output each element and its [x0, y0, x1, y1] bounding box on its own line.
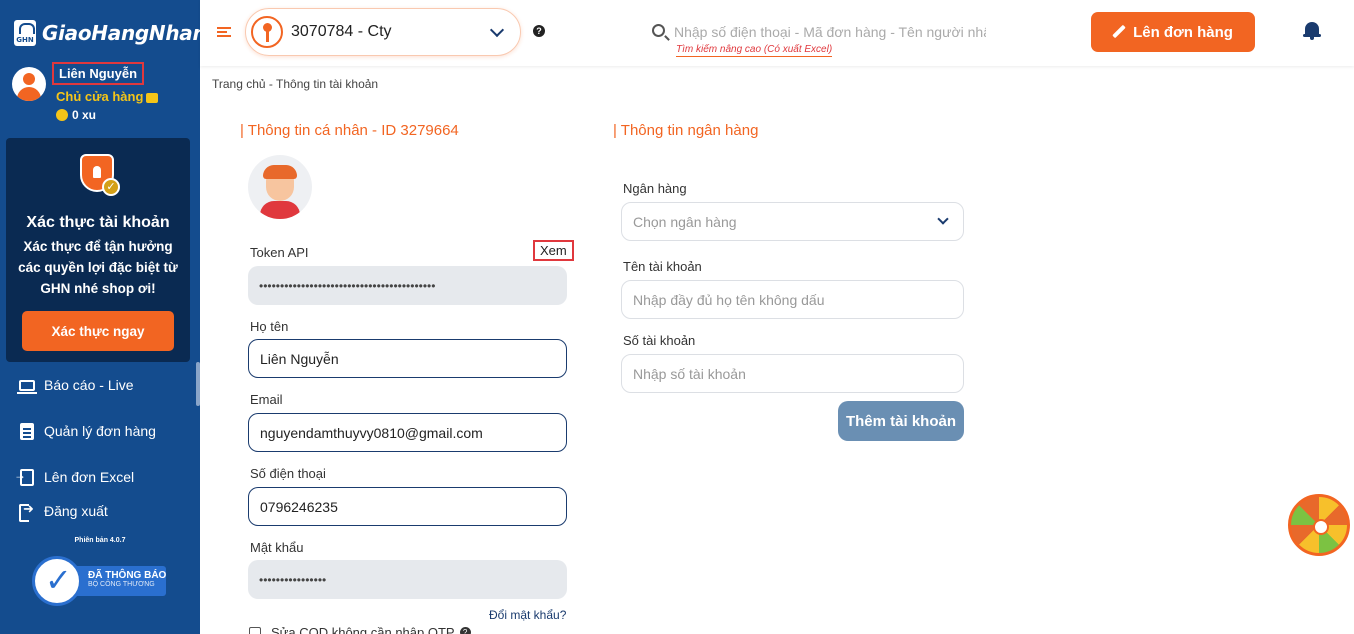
search-icon[interactable]	[652, 24, 665, 37]
profile-avatar[interactable]	[248, 155, 312, 219]
file-import-icon	[14, 468, 36, 486]
name-label: Họ tên	[250, 319, 289, 334]
top-header: 3070784 - Cty ? Tìm kiếm nâng cao (Có xu…	[200, 0, 1354, 66]
help-icon[interactable]: ?	[459, 627, 471, 634]
breadcrumb: Trang chủ - Thông tin tài khoản	[212, 77, 379, 91]
menu-toggle-icon[interactable]	[217, 27, 231, 37]
phone-input[interactable]: 0796246235	[248, 487, 567, 526]
gov-registered-badge[interactable]: ĐÃ THÔNG BÁO BỘ CÔNG THƯƠNG	[32, 556, 168, 606]
sidebar: GHN GiaoHangNhanh Liên Nguyễn Chủ cửa hà…	[0, 0, 221, 634]
clipboard-icon	[18, 422, 36, 440]
verify-now-button[interactable]: Xác thực ngay	[22, 311, 174, 351]
password-field: ••••••••••••••••	[248, 560, 567, 599]
crown-icon	[146, 92, 159, 103]
user-role: Chủ cửa hàng	[56, 89, 159, 104]
verify-title: Xác thực tài khoản	[26, 214, 170, 231]
laptop-icon	[17, 377, 37, 394]
ghn-logo[interactable]: GHN GiaoHangNhanh	[14, 20, 221, 46]
account-name-label: Tên tài khoản	[623, 259, 702, 274]
bell-icon[interactable]	[1303, 22, 1321, 40]
help-icon[interactable]: ?	[533, 25, 545, 37]
chevron-down-icon	[937, 213, 949, 225]
cod-otp-option: Sửa COD không cần nhập OTP ?	[249, 625, 471, 634]
create-order-button[interactable]: Lên đơn hàng	[1091, 12, 1255, 52]
verify-account-card: ✓ Xác thực tài khoản Xác thực để tận hưở…	[6, 138, 190, 362]
add-account-button[interactable]: Thêm tài khoản	[838, 401, 964, 441]
sidebar-item-excel-order[interactable]: Lên đơn Excel	[14, 468, 134, 486]
location-pin-icon	[251, 16, 283, 48]
token-field: ••••••••••••••••••••••••••••••••••••••••…	[248, 266, 567, 305]
token-label: Token API	[250, 245, 309, 260]
chevron-down-icon	[489, 22, 505, 38]
gov-check-icon	[32, 556, 82, 606]
email-input[interactable]: nguyendamthuyvy0810@gmail.com	[248, 413, 567, 452]
password-label: Mật khẩu	[250, 540, 304, 555]
store-selector[interactable]: 3070784 - Cty	[245, 8, 521, 56]
user-coins: 0 xu	[56, 108, 96, 122]
account-number-label: Số tài khoản	[623, 333, 696, 348]
bank-section-title: | Thông tin ngân hàng	[613, 122, 759, 139]
app-version: Phiên bản 4.0.7	[74, 537, 126, 544]
store-label: 3070784 - Cty	[291, 23, 392, 40]
search-area: Tìm kiếm nâng cao (Có xuất Excel)	[652, 22, 992, 62]
profile-section-title: | Thông tin cá nhân - ID 3279664	[240, 122, 459, 139]
sidebar-item-order-management[interactable]: Quản lý đơn hàng	[18, 422, 156, 440]
advanced-search-link[interactable]: Tìm kiếm nâng cao (Có xuất Excel)	[676, 44, 833, 57]
user-avatar[interactable]	[12, 67, 46, 101]
sidebar-scrollbar[interactable]	[196, 362, 200, 406]
change-password-link[interactable]: Đổi mật khẩu?	[489, 608, 566, 622]
lock-shield-icon: ✓	[76, 152, 120, 196]
bank-label: Ngân hàng	[623, 181, 687, 196]
bank-select[interactable]: Chọn ngân hàng	[621, 202, 964, 241]
logo-text: GiaoHangNhanh	[42, 21, 221, 45]
cod-otp-checkbox[interactable]	[249, 626, 261, 634]
phone-label: Số điện thoại	[250, 466, 326, 481]
logout-icon	[18, 501, 36, 522]
pencil-icon	[1113, 26, 1125, 38]
ghn-logo-icon: GHN	[14, 20, 36, 46]
sidebar-item-report-live[interactable]: Báo cáo - Live	[17, 377, 134, 394]
search-input[interactable]	[674, 22, 986, 42]
sidebar-item-logout[interactable]: Đăng xuất	[18, 501, 108, 522]
email-label: Email	[250, 392, 283, 407]
account-number-input[interactable]: Nhập số tài khoản	[621, 354, 964, 393]
name-input[interactable]: Liên Nguyễn	[248, 339, 567, 378]
verify-description: Xác thực để tận hưởng các quyền lợi đặc …	[18, 239, 178, 296]
lucky-wheel-icon[interactable]	[1288, 494, 1350, 556]
view-token-link[interactable]: Xem	[533, 240, 574, 261]
account-name-input[interactable]: Nhập đầy đủ họ tên không dấu	[621, 280, 964, 319]
coin-icon	[56, 109, 68, 121]
user-name[interactable]: Liên Nguyễn	[52, 62, 145, 85]
